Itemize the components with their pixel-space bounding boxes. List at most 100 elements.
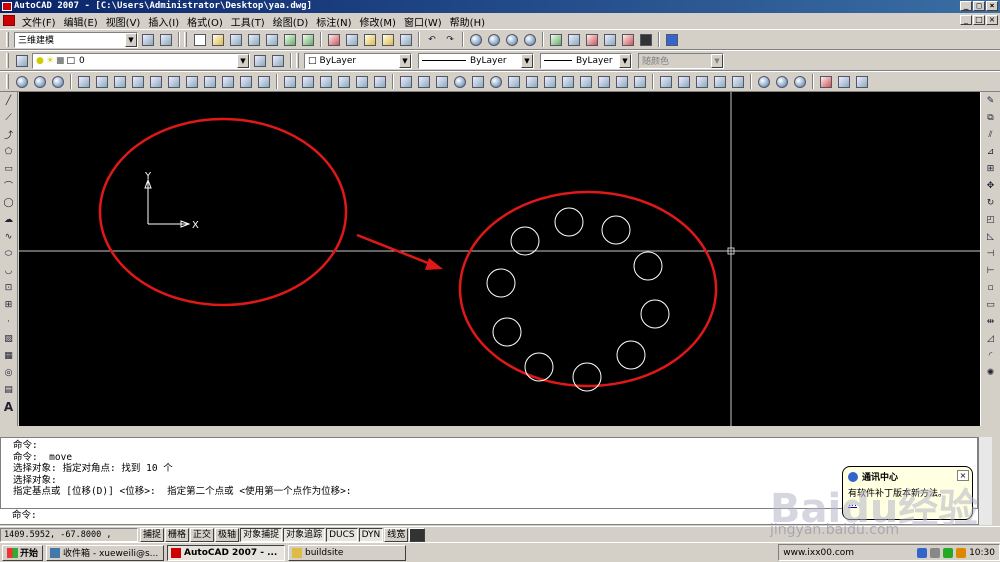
- document-icon[interactable]: [3, 15, 15, 26]
- doc-close-button[interactable]: ×: [986, 15, 998, 25]
- ucs-face-icon[interactable]: [238, 74, 254, 90]
- menu-format[interactable]: 格式(O): [183, 14, 227, 29]
- arc-icon[interactable]: ⌒: [1, 178, 17, 193]
- paste-icon[interactable]: [362, 32, 378, 48]
- rectangle-icon[interactable]: ▭: [1, 161, 17, 176]
- zoom-window-icon[interactable]: [504, 32, 520, 48]
- pan-icon[interactable]: [468, 32, 484, 48]
- start-button[interactable]: 开始: [2, 544, 44, 561]
- copy-object-icon[interactable]: ⧉: [983, 110, 999, 125]
- 3d-orbit-icon[interactable]: [14, 74, 30, 90]
- match-properties-icon[interactable]: [380, 32, 396, 48]
- view-front-icon[interactable]: [354, 74, 370, 90]
- view-back-icon[interactable]: [372, 74, 388, 90]
- layer-manager-icon[interactable]: [14, 53, 30, 69]
- otrack-toggle[interactable]: 对象追踪: [283, 527, 326, 542]
- linetype-select[interactable]: ByLayer ▼: [418, 52, 534, 69]
- stretch-icon[interactable]: ◺: [983, 229, 999, 244]
- ucs-object-icon[interactable]: [220, 74, 236, 90]
- calculator-icon[interactable]: [638, 32, 654, 48]
- ellipse-icon[interactable]: ⬭: [1, 246, 17, 261]
- line-icon[interactable]: ╱: [1, 93, 17, 108]
- markup-icon[interactable]: [620, 32, 636, 48]
- hatch-icon[interactable]: ▨: [1, 331, 17, 346]
- multiline-text-icon[interactable]: A: [1, 399, 17, 414]
- union-icon[interactable]: [658, 74, 674, 90]
- undo-icon[interactable]: ↶: [424, 32, 440, 48]
- ucs-3point-icon[interactable]: [202, 74, 218, 90]
- save-icon[interactable]: [228, 32, 244, 48]
- security-icon[interactable]: [943, 547, 954, 558]
- color-select[interactable]: □ ByLayer ▼: [304, 52, 412, 69]
- array-circle[interactable]: [554, 207, 584, 237]
- pyramid-icon[interactable]: [506, 74, 522, 90]
- sweep-icon[interactable]: [596, 74, 612, 90]
- lights-icon[interactable]: [836, 74, 852, 90]
- ortho-toggle[interactable]: 正交: [190, 527, 215, 542]
- free-orbit-icon[interactable]: [32, 74, 48, 90]
- helix-icon[interactable]: [524, 74, 540, 90]
- zoom-previous-icon[interactable]: [522, 32, 538, 48]
- make-block-icon[interactable]: ⊞: [1, 297, 17, 312]
- presspull-icon[interactable]: [578, 74, 594, 90]
- menu-modify[interactable]: 修改(M): [356, 14, 400, 29]
- extend-icon[interactable]: ⊢: [983, 263, 999, 278]
- autocad-app-icon[interactable]: [2, 2, 12, 11]
- menu-window[interactable]: 窗口(W): [400, 14, 446, 29]
- taskbar-item-buildsite[interactable]: buildsite: [288, 544, 407, 561]
- osnap-toggle[interactable]: 对象捕捉: [240, 527, 283, 542]
- box-icon[interactable]: [398, 74, 414, 90]
- region-icon[interactable]: ◎: [1, 365, 17, 380]
- menu-edit[interactable]: 编辑(E): [60, 14, 102, 29]
- drawing-canvas[interactable]: Y X: [19, 92, 980, 426]
- tool-palettes-icon[interactable]: [584, 32, 600, 48]
- spline-icon[interactable]: ∿: [1, 229, 17, 244]
- lineweight-select[interactable]: ByLayer ▼: [540, 52, 632, 69]
- continuous-orbit-icon[interactable]: [50, 74, 66, 90]
- mirror-icon[interactable]: ⫽: [983, 127, 999, 142]
- 3d-dwf-icon[interactable]: [300, 32, 316, 48]
- circle-icon[interactable]: ◯: [1, 195, 17, 210]
- plot-preview-icon[interactable]: [264, 32, 280, 48]
- move-icon[interactable]: ✥: [983, 178, 999, 193]
- menu-file[interactable]: 文件(F): [18, 14, 60, 29]
- array-circle[interactable]: [640, 299, 670, 329]
- 3d-rotate-icon[interactable]: [730, 74, 746, 90]
- array-circle[interactable]: [486, 268, 516, 298]
- gradient-icon[interactable]: ▦: [1, 348, 17, 363]
- model-paper-icon[interactable]: [409, 527, 426, 542]
- rotate-icon[interactable]: ↻: [983, 195, 999, 210]
- dyn-toggle[interactable]: DYN: [358, 527, 384, 542]
- revolve-icon[interactable]: [614, 74, 630, 90]
- ucs-origin-icon[interactable]: [112, 74, 128, 90]
- array-circle[interactable]: [524, 352, 554, 382]
- wedge-icon[interactable]: [416, 74, 432, 90]
- polar-toggle[interactable]: 极轴: [215, 527, 240, 542]
- command-input[interactable]: 命令:: [0, 508, 978, 524]
- open-file-icon[interactable]: [210, 32, 226, 48]
- ucs-y-icon[interactable]: [166, 74, 182, 90]
- join-icon[interactable]: ⇹: [983, 314, 999, 329]
- table-icon[interactable]: ▤: [1, 382, 17, 397]
- properties-icon[interactable]: [548, 32, 564, 48]
- menu-draw[interactable]: 绘图(D): [269, 14, 313, 29]
- workspace-settings-icon[interactable]: [140, 32, 156, 48]
- help-tray-icon[interactable]: [930, 547, 941, 558]
- maximize-button[interactable]: □: [973, 1, 985, 11]
- grid-toggle[interactable]: 栅格: [165, 527, 190, 542]
- array-circle[interactable]: [633, 251, 663, 281]
- sheet-set-icon[interactable]: [602, 32, 618, 48]
- workspace-select[interactable]: 三维建模 ▼: [14, 31, 138, 48]
- array-circle[interactable]: [601, 215, 631, 245]
- menu-tools[interactable]: 工具(T): [227, 14, 269, 29]
- ducs-toggle[interactable]: DUCS: [326, 527, 358, 542]
- named-ucs-icon[interactable]: [76, 74, 92, 90]
- visual-style-realistic-icon[interactable]: [792, 74, 808, 90]
- menu-dimension[interactable]: 标注(N): [312, 14, 355, 29]
- view-right-icon[interactable]: [336, 74, 352, 90]
- construction-line-icon[interactable]: ⟋: [1, 110, 17, 125]
- ucs-world-icon[interactable]: [94, 74, 110, 90]
- chamfer-icon[interactable]: ◿: [983, 331, 999, 346]
- subtract-icon[interactable]: [676, 74, 692, 90]
- visual-style-2d-icon[interactable]: [756, 74, 772, 90]
